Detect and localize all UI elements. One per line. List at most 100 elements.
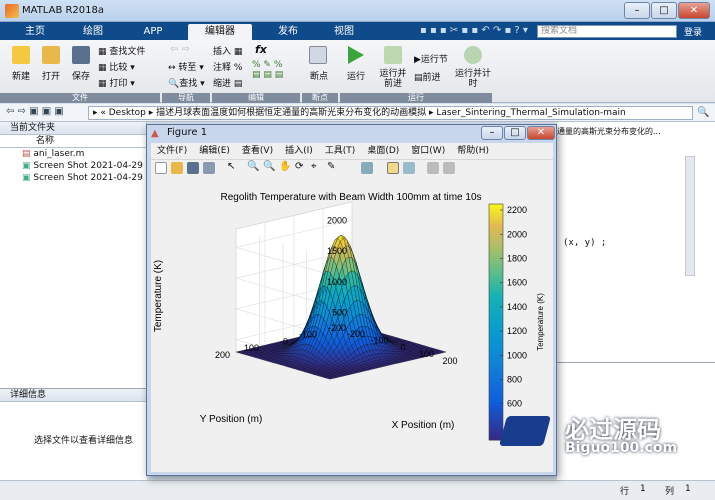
path-field[interactable]: ▸ « Desktop ▸ 描述月球表面温度如何根据恒定通量的高斯光束分布变化的…	[88, 106, 693, 120]
watermark: 必过源码 Biguo100.com	[495, 408, 695, 468]
find-files-button[interactable]: ▦ 查找文件	[98, 44, 145, 57]
login-link[interactable]: 登录	[684, 25, 702, 38]
address-bar: ⇦ ⇨ ▣ ▣ ▣ ▸ « Desktop ▸ 描述月球表面温度如何根据恒定通量…	[0, 104, 715, 122]
menu-file[interactable]: 文件(F)	[151, 143, 193, 159]
run-advance-button[interactable]: 运行并前进	[376, 69, 410, 89]
figure-close-button[interactable]: ✕	[527, 126, 555, 140]
legend-icon[interactable]	[403, 162, 415, 174]
compare-button[interactable]: ▦ 比较 ▾	[98, 60, 135, 73]
tab-apps[interactable]: APP	[130, 24, 176, 40]
colorbar-swatch	[489, 290, 503, 295]
colorbar-label: Temperature (K)	[536, 293, 545, 351]
image-file-icon: ▣	[22, 173, 31, 183]
find-button[interactable]: 🔍查找 ▾	[168, 76, 205, 89]
open-folder-icon[interactable]	[42, 46, 60, 64]
close-button[interactable]: ✕	[678, 2, 710, 19]
new-button[interactable]: 新建	[6, 69, 36, 82]
x-tick-label: 100	[419, 349, 434, 359]
nav-arrows[interactable]: ⇦ ⇨	[170, 44, 190, 55]
tab-publish[interactable]: 发布	[262, 24, 314, 40]
file-item[interactable]: ▣ Screen Shot 2021-04-29 at	[0, 172, 155, 184]
breakpoints-button[interactable]: 断点	[302, 69, 336, 82]
save-icon[interactable]	[187, 162, 199, 174]
menu-insert[interactable]: 插入(I)	[279, 143, 319, 159]
back-forward-icon[interactable]: ⇦ ⇨ ▣ ▣ ▣	[6, 106, 64, 117]
open-button[interactable]: 打开	[36, 69, 66, 82]
new-icon[interactable]	[12, 46, 30, 64]
editor-code: (x, y) ;	[563, 238, 607, 248]
browse-icon[interactable]: 🔍	[697, 107, 709, 118]
brush-icon[interactable]: ✎	[327, 161, 335, 172]
print-button[interactable]: ▦ 打印 ▾	[98, 76, 135, 89]
rotate-icon[interactable]: ⟳	[295, 161, 303, 172]
run-section-button[interactable]: ▶运行节	[414, 52, 448, 65]
editor-pane[interactable]: 通量的高斯光束分布变化的... (x, y) ;	[557, 122, 715, 362]
editor-scrollbar[interactable]	[685, 156, 695, 276]
figure-minimize-button[interactable]: –	[481, 126, 503, 140]
menu-edit[interactable]: 编辑(E)	[193, 143, 236, 159]
hide-tools-icon[interactable]	[427, 162, 439, 174]
colorbar-swatch	[489, 235, 503, 240]
menu-tools[interactable]: 工具(T)	[319, 143, 362, 159]
open-icon[interactable]	[171, 162, 183, 174]
file-item[interactable]: ▣ Screen Shot 2021-04-29 at	[0, 160, 155, 172]
colorbar-swatch	[489, 302, 503, 307]
colorbar-icon[interactable]	[387, 162, 399, 174]
colorbar-swatch	[489, 373, 503, 378]
quick-access-toolbar[interactable]: ▪ ▪ ▪ ✂ ▪ ▪ ↶ ↷ ▪ ? ▾	[420, 25, 528, 36]
menu-window[interactable]: 窗口(W)	[405, 143, 451, 159]
tab-editor[interactable]: 编辑器	[188, 24, 252, 40]
surface-chart[interactable]: Regolith Temperature with Beam Width 100…	[151, 176, 553, 472]
colorbar-tick-label: 1400	[507, 302, 527, 312]
goto-button[interactable]: ↔ 转至 ▾	[168, 60, 204, 73]
tab-view[interactable]: 视图	[318, 24, 370, 40]
advance-button[interactable]: ▤前进	[414, 70, 441, 83]
fx-button[interactable]: fx	[255, 43, 267, 56]
group-run-label: 运行	[340, 93, 492, 103]
row-value: 1	[640, 484, 646, 494]
pan-icon[interactable]: ✋	[279, 161, 291, 172]
link-icon[interactable]	[361, 162, 373, 174]
menu-help[interactable]: 帮助(H)	[451, 143, 495, 159]
name-column-header[interactable]: 名称	[0, 135, 146, 148]
search-input[interactable]: 搜索文档	[537, 25, 677, 38]
save-icon[interactable]	[72, 46, 90, 64]
app-title: MATLAB R2018a	[22, 5, 105, 16]
menu-view[interactable]: 查看(V)	[236, 143, 279, 159]
tab-plots[interactable]: 绘图	[70, 24, 116, 40]
figure-maximize-button[interactable]: □	[504, 126, 526, 140]
plot-area[interactable]: Regolith Temperature with Beam Width 100…	[151, 176, 553, 472]
maximize-button[interactable]: □	[651, 2, 677, 19]
pointer-icon[interactable]: ↖	[227, 161, 235, 172]
col-value: 1	[685, 484, 691, 494]
run-icon[interactable]	[348, 46, 364, 64]
edit-tools[interactable]: % ✎ % ▤ ▤ ▤	[252, 60, 283, 80]
indent-button[interactable]: 缩进 ▤	[213, 76, 242, 89]
save-button[interactable]: 保存	[66, 69, 96, 82]
file-item[interactable]: ▤ ani_laser.m	[0, 148, 146, 160]
run-button[interactable]: 运行	[340, 69, 372, 82]
datacursor-icon[interactable]: ⌖	[311, 161, 317, 172]
run-time-button[interactable]: 运行并计时	[455, 69, 491, 89]
comment-button[interactable]: 注释 %	[213, 60, 242, 73]
zoom-out-icon[interactable]: 🔍	[263, 161, 275, 172]
run-timer-icon[interactable]	[464, 46, 482, 64]
colorbar-swatch	[489, 388, 503, 394]
colorbar-tick-label: 1200	[507, 326, 527, 336]
run-advance-icon[interactable]	[384, 46, 402, 64]
zoom-in-icon[interactable]: 🔍	[247, 161, 259, 172]
new-figure-icon[interactable]	[155, 162, 167, 174]
figure-menu-bar: 文件(F) 编辑(E) 查看(V) 插入(I) 工具(T) 桌面(D) 窗口(W) 帮助(H)	[151, 143, 553, 159]
x-tick-label: 200	[442, 356, 457, 366]
colorbar-swatch	[489, 286, 503, 292]
breakpoints-icon[interactable]	[309, 46, 327, 64]
minimize-button[interactable]: –	[624, 2, 650, 19]
figure-toolbar: ↖ 🔍 🔍 ✋ ⟳ ⌖ ✎	[151, 159, 553, 176]
menu-desktop[interactable]: 桌面(D)	[361, 143, 405, 159]
print-icon[interactable]	[203, 162, 215, 174]
insert-button[interactable]: 插入 ▦	[213, 44, 242, 57]
status-bar: 行 1 列 1	[0, 480, 715, 500]
tab-home[interactable]: 主页	[12, 24, 58, 40]
ribbon-tabs: 主页 绘图 APP 编辑器 发布 视图 ▪ ▪ ▪ ✂ ▪ ▪ ↶ ↷ ▪ ? …	[0, 22, 715, 40]
show-tools-icon[interactable]	[443, 162, 455, 174]
